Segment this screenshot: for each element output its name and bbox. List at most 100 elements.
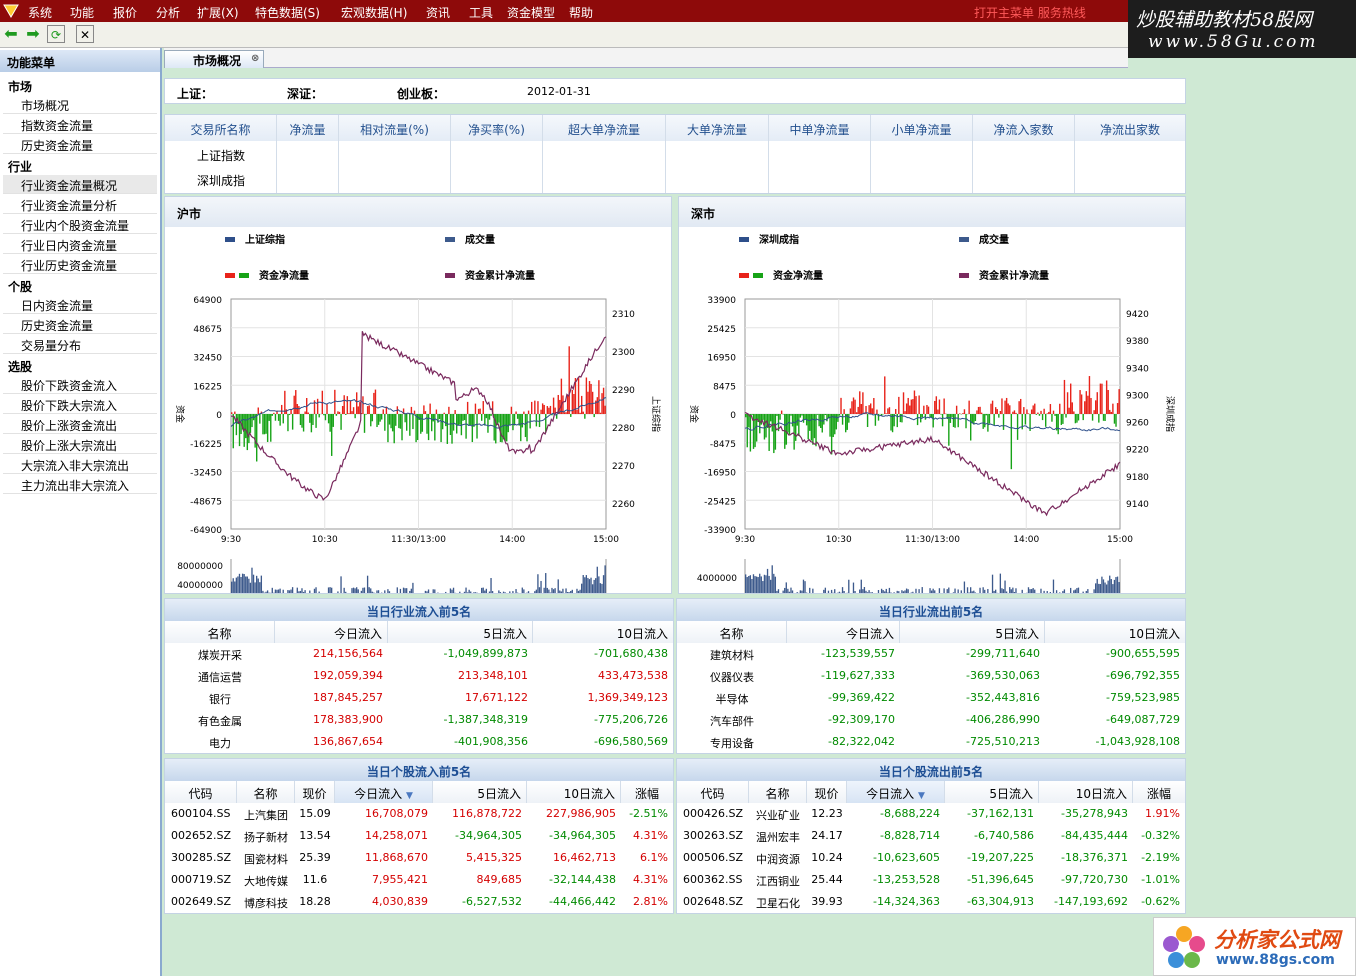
stock-in-header-today[interactable]: 今日流入 ▼ [335, 781, 433, 803]
stock-code-cell[interactable]: 300263.SZ [677, 825, 749, 847]
industry-name-cell[interactable]: 银行 [165, 687, 275, 709]
sidebar-section-industry[interactable]: 行业 [8, 158, 32, 175]
industry-name-cell[interactable]: 通信运营 [165, 665, 275, 687]
sidebar-section-stock[interactable]: 个股 [8, 278, 32, 295]
stock-in-header-code[interactable]: 代码 [165, 781, 237, 803]
stock-code-cell[interactable]: 002649.SZ [165, 891, 237, 913]
industry-out-header-10d[interactable]: 10日流入 [1045, 621, 1185, 643]
sidebar-section-market[interactable]: 市场 [8, 78, 32, 95]
menu-alert-text[interactable]: 打开主菜单 服务热线 [974, 4, 1086, 21]
industry-name-cell[interactable]: 汽车部件 [677, 709, 787, 731]
stock-code-cell[interactable]: 002648.SZ [677, 891, 749, 913]
stock-out-header-5d[interactable]: 5日流入 [945, 781, 1039, 803]
exchange-header-s-net-flow[interactable]: 小单净流量 [871, 115, 973, 141]
industry-out-header-name[interactable]: 名称 [677, 621, 787, 643]
stock-out-header-code[interactable]: 代码 [677, 781, 749, 803]
sidebar-item-screen-1[interactable]: 股价下跌资金流入 [3, 375, 157, 394]
industry-in-header-5d[interactable]: 5日流入 [388, 621, 533, 643]
menu-item-macro-data[interactable]: 宏观数据(H) [341, 4, 407, 21]
sidebar-item-screen-3[interactable]: 股价上涨资金流出 [3, 415, 157, 434]
menu-item-function[interactable]: 功能 [70, 4, 94, 21]
sidebar-item-screen-6[interactable]: 主力流出非大宗流入 [3, 475, 157, 494]
stock-name-cell[interactable]: 温州宏丰 [749, 825, 807, 847]
sidebar-item-industry-flow-overview[interactable]: 行业资金流量概况 [3, 175, 157, 194]
sidebar-item-industry-history-flow[interactable]: 行业历史资金流量 [3, 255, 157, 274]
stock-name-cell[interactable]: 卫星石化 [749, 891, 807, 913]
industry-name-cell[interactable]: 仪器仪表 [677, 665, 787, 687]
stock-code-cell[interactable]: 600362.SS [677, 869, 749, 891]
exchange-header-m-net-flow[interactable]: 中单净流量 [769, 115, 871, 141]
sidebar-item-screen-5[interactable]: 大宗流入非大宗流出 [3, 455, 157, 474]
menu-item-extend[interactable]: 扩展(X) [197, 4, 239, 21]
exchange-header-net-buy-rate[interactable]: 净买率(%) [451, 115, 543, 141]
menu-item-system[interactable]: 系统 [28, 4, 52, 21]
exchange-header-relative-flow[interactable]: 相对流量(%) [339, 115, 451, 141]
refresh-icon[interactable]: ⟳ [47, 25, 65, 43]
stock-in-header-5d[interactable]: 5日流入 [433, 781, 527, 803]
stock-in-header-name[interactable]: 名称 [237, 781, 295, 803]
exchange-header-name[interactable]: 交易所名称 [165, 115, 277, 141]
stock-name-cell[interactable]: 国瓷材料 [237, 847, 295, 869]
stock-code-cell[interactable]: 000719.SZ [165, 869, 237, 891]
exchange-header-net-flow[interactable]: 净流量 [277, 115, 339, 141]
exchange-header-outflow-count[interactable]: 净流出家数 [1075, 115, 1185, 141]
stock-out-header-10d[interactable]: 10日流入 [1039, 781, 1133, 803]
sidebar-item-screen-2[interactable]: 股价下跌大宗流入 [3, 395, 157, 414]
sidebar-item-intraday-flow[interactable]: 日内资金流量 [3, 295, 157, 314]
stock-code-cell[interactable]: 002652.SZ [165, 825, 237, 847]
stock-name-cell[interactable]: 江西铜业 [749, 869, 807, 891]
sidebar-item-stock-history-flow[interactable]: 历史资金流量 [3, 315, 157, 334]
exchange-header-xl-net-flow[interactable]: 超大单净流量 [543, 115, 666, 141]
stock-name-cell[interactable]: 博彦科技 [237, 891, 295, 913]
stock-in-header-price[interactable]: 现价 [295, 781, 335, 803]
sidebar-item-history-fund-flow[interactable]: 历史资金流量 [3, 135, 157, 154]
sidebar-section-screening[interactable]: 选股 [8, 358, 32, 375]
industry-name-cell[interactable]: 电力 [165, 731, 275, 753]
menu-item-help[interactable]: 帮助 [569, 4, 593, 21]
menu-item-fund-model[interactable]: 资金模型 [507, 4, 555, 21]
industry-out-header-5d[interactable]: 5日流入 [900, 621, 1045, 643]
industry-in-header-today[interactable]: 今日流入 [275, 621, 388, 643]
stock-out-header-price[interactable]: 现价 [807, 781, 847, 803]
stock-code-cell[interactable]: 000426.SZ [677, 803, 749, 825]
stock-out-header-name[interactable]: 名称 [749, 781, 807, 803]
menu-item-special-data[interactable]: 特色数据(S) [255, 4, 320, 21]
stock-name-cell[interactable]: 中润资源 [749, 847, 807, 869]
sidebar-item-industry-intraday-flow[interactable]: 行业日内资金流量 [3, 235, 157, 254]
menu-item-news[interactable]: 资讯 [426, 4, 450, 21]
sidebar-item-screen-4[interactable]: 股价上涨大宗流出 [3, 435, 157, 454]
industry-name-cell[interactable]: 有色金属 [165, 709, 275, 731]
industry-name-cell[interactable]: 专用设备 [677, 731, 787, 753]
tab-market-overview[interactable]: 市场概况 ⊗ [164, 50, 264, 68]
stock-name-cell[interactable]: 兴业矿业 [749, 803, 807, 825]
industry-name-cell[interactable]: 煤炭开采 [165, 643, 275, 665]
close-icon[interactable]: ✕ [76, 25, 94, 43]
sidebar-item-industry-flow-analysis[interactable]: 行业资金流量分析 [3, 195, 157, 214]
exchange-header-l-net-flow[interactable]: 大单净流量 [666, 115, 769, 141]
sidebar-item-volume-distribution[interactable]: 交易量分布 [3, 335, 157, 354]
stock-in-header-10d[interactable]: 10日流入 [527, 781, 621, 803]
back-arrow-icon[interactable]: ⬅ [2, 25, 20, 43]
sidebar-item-index-fund-flow[interactable]: 指数资金流量 [3, 115, 157, 134]
industry-in-header-10d[interactable]: 10日流入 [533, 621, 673, 643]
industry-in-header-name[interactable]: 名称 [165, 621, 275, 643]
industry-name-cell[interactable]: 建筑材料 [677, 643, 787, 665]
sidebar-item-market-overview[interactable]: 市场概况 [3, 95, 157, 114]
menu-item-quote[interactable]: 报价 [113, 4, 137, 21]
sidebar-item-industry-stock-flow[interactable]: 行业内个股资金流量 [3, 215, 157, 234]
menu-item-tools[interactable]: 工具 [469, 4, 493, 21]
stock-out-header-today[interactable]: 今日流入 ▼ [847, 781, 945, 803]
menu-item-analysis[interactable]: 分析 [156, 4, 180, 21]
stock-out-header-change[interactable]: 涨幅 [1133, 781, 1185, 803]
stock-name-cell[interactable]: 上汽集团 [237, 803, 295, 825]
stock-name-cell[interactable]: 扬子新材 [237, 825, 295, 847]
industry-out-header-today[interactable]: 今日流入 [787, 621, 900, 643]
forward-arrow-icon[interactable]: ➡ [24, 25, 42, 43]
industry-name-cell[interactable]: 半导体 [677, 687, 787, 709]
exchange-header-inflow-count[interactable]: 净流入家数 [973, 115, 1075, 141]
stock-code-cell[interactable]: 600104.SS [165, 803, 237, 825]
stock-name-cell[interactable]: 大地传媒 [237, 869, 295, 891]
stock-in-header-change[interactable]: 涨幅 [621, 781, 673, 803]
tab-close-icon[interactable]: ⊗ [251, 53, 259, 64]
stock-code-cell[interactable]: 300285.SZ [165, 847, 237, 869]
